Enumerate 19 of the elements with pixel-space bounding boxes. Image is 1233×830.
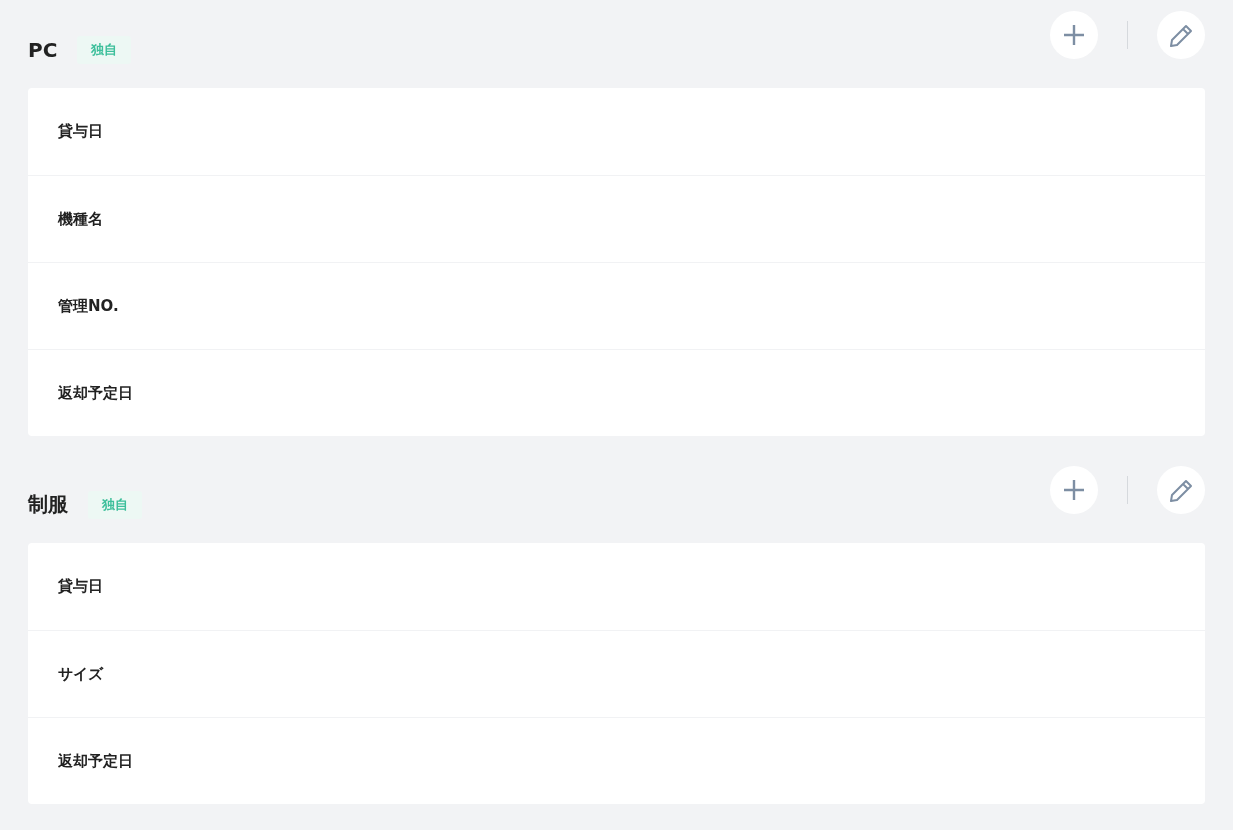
field-label: 返却予定日 bbox=[58, 383, 133, 403]
edit-button[interactable] bbox=[1157, 11, 1205, 59]
field-label: 貸与日 bbox=[58, 577, 103, 596]
pencil-icon bbox=[1168, 477, 1194, 503]
field-label: 管理NO. bbox=[58, 296, 119, 316]
badge: 独自 bbox=[88, 490, 142, 519]
plus-icon bbox=[1063, 24, 1085, 46]
section-title: 制服 bbox=[28, 491, 68, 518]
section-title: PC bbox=[28, 37, 58, 62]
field-label: 機種名 bbox=[58, 209, 103, 229]
add-button[interactable] bbox=[1050, 11, 1098, 59]
edit-button[interactable] bbox=[1157, 466, 1205, 514]
plus-icon bbox=[1063, 479, 1085, 501]
badge: 独自 bbox=[77, 35, 132, 64]
field-label: 貸与日 bbox=[58, 122, 103, 141]
add-button[interactable] bbox=[1050, 466, 1098, 514]
field-label: サイズ bbox=[58, 664, 103, 684]
field-label: 返却予定日 bbox=[58, 751, 133, 771]
pencil-icon bbox=[1168, 22, 1194, 48]
